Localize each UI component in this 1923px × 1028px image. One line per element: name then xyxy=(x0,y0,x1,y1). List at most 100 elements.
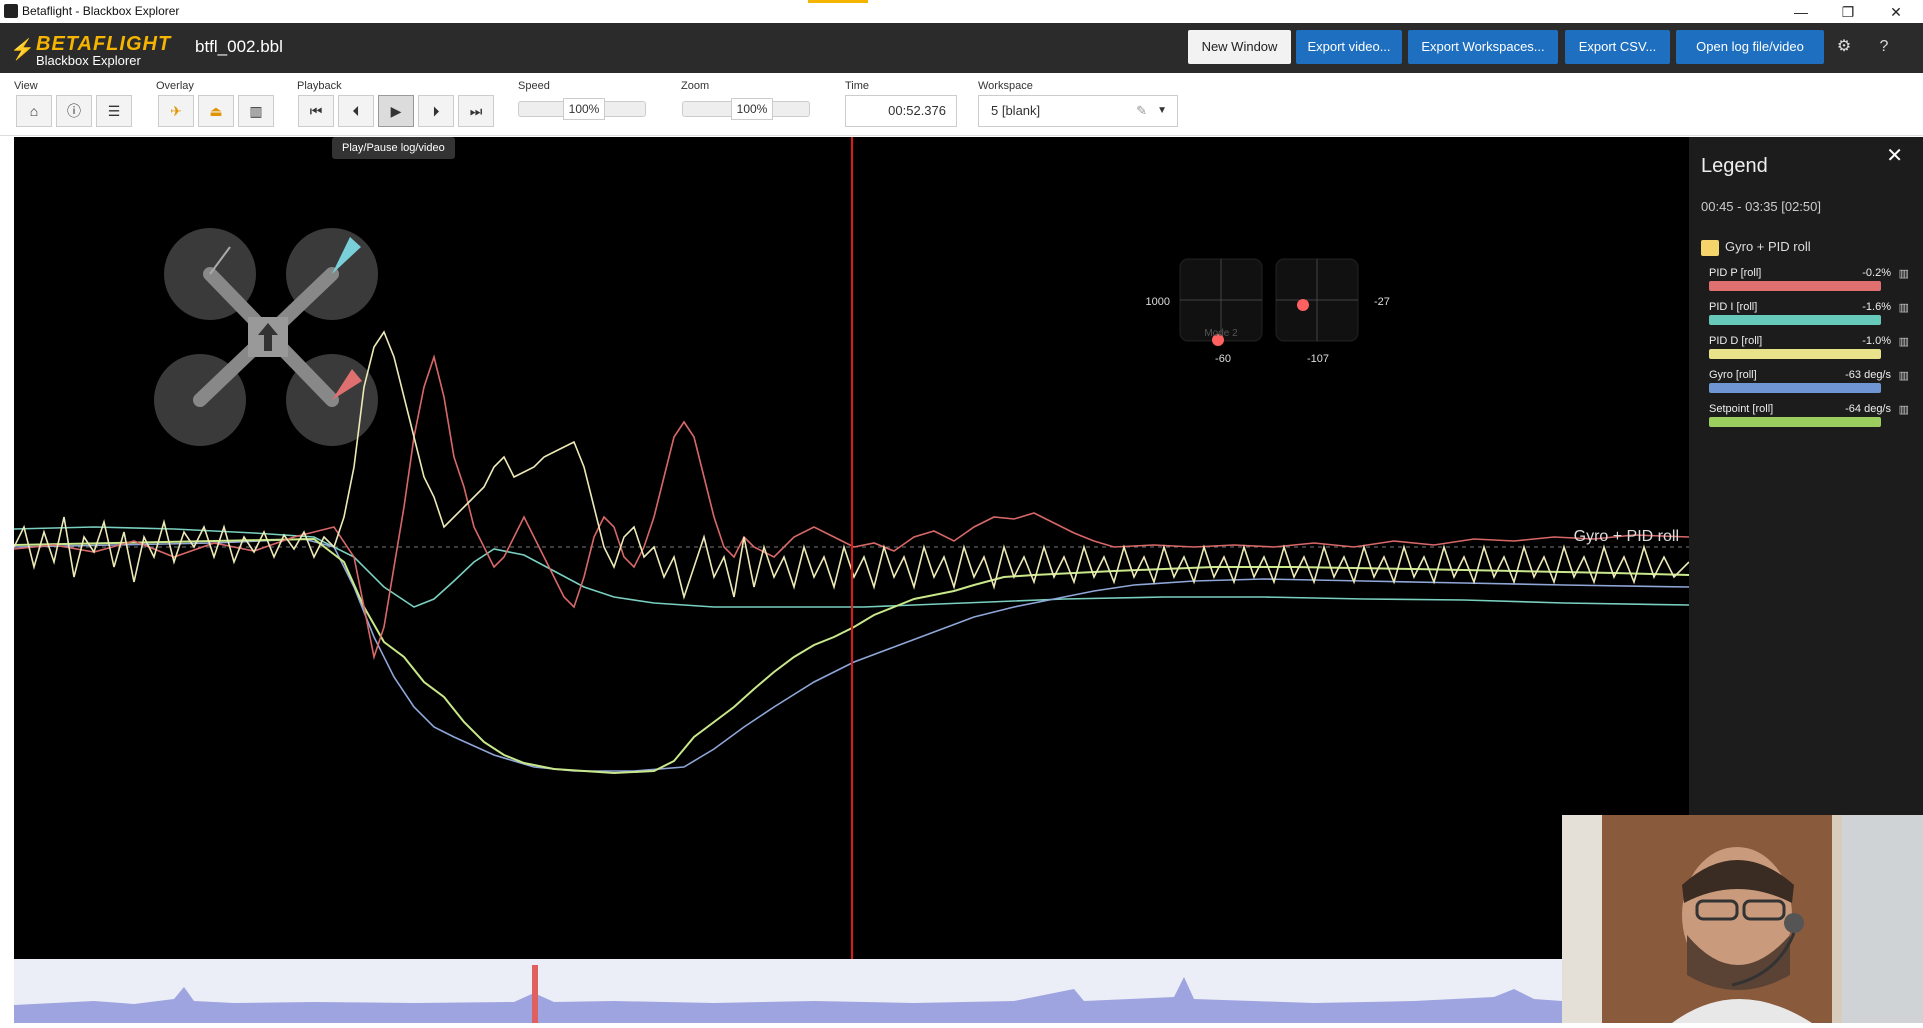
step-back-button[interactable]: ⏴ xyxy=(338,95,374,127)
maximize-button[interactable]: ❐ xyxy=(1830,2,1866,22)
workspace-label: Workspace xyxy=(978,80,1033,92)
logo-icon: ⚡ xyxy=(10,39,35,61)
graph-svg: Mode 2 1000 -60 -27 -107 Gyro + PID roll xyxy=(13,137,1690,959)
titlebar-accent xyxy=(808,0,868,3)
legend-item-label: PID P [roll] xyxy=(1709,267,1762,279)
group-color-swatch xyxy=(1701,239,1719,256)
legend-group[interactable]: Gyro + PID roll xyxy=(1701,239,1811,256)
list-icon: ☰ xyxy=(107,103,121,119)
craft-overlay-button[interactable]: ✈ xyxy=(158,95,194,127)
jump-end-button[interactable]: ⏭ xyxy=(458,95,494,127)
open-log-button[interactable]: Open log file/video xyxy=(1676,30,1824,64)
graph-canvas[interactable]: Mode 2 1000 -60 -27 -107 Gyro + PID roll xyxy=(13,137,1690,959)
legend-item-gyro[interactable]: Gyro [roll] -63 deg/s ▥ xyxy=(1709,369,1909,403)
jump-start-button[interactable]: ⏮ xyxy=(298,95,334,127)
legend-item-color xyxy=(1709,417,1881,427)
speed-value[interactable]: 100% xyxy=(563,98,605,120)
legend-item-color xyxy=(1709,383,1881,393)
seek-bar-position-marker[interactable] xyxy=(532,965,538,1023)
home-view-button[interactable]: ⌂ xyxy=(16,95,52,127)
seek-bar[interactable] xyxy=(14,959,1562,1023)
bar-chart-icon: ▥ xyxy=(249,103,263,119)
close-window-button[interactable]: ✕ xyxy=(1878,2,1914,22)
time-input[interactable]: 00:52.376 xyxy=(845,95,957,127)
zoom-value[interactable]: 100% xyxy=(731,98,773,120)
app-icon xyxy=(4,4,18,18)
right-stick-label-roll: -107 xyxy=(1307,353,1329,365)
legend-item-color xyxy=(1709,315,1881,325)
window-titlebar: Betaflight - Blackbox Explorer — ❐ ✕ xyxy=(0,0,1923,24)
legend-item-value: -1.0% xyxy=(1862,335,1891,347)
webcam-overlay xyxy=(1562,815,1923,1023)
log-view-button[interactable]: ☰ xyxy=(96,95,132,127)
gear-icon[interactable]: ⚙ xyxy=(1833,36,1855,58)
speed-slider[interactable]: 100% xyxy=(518,98,646,120)
legend-title: Legend xyxy=(1701,155,1768,177)
playback-label: Playback xyxy=(297,80,342,92)
analyser-icon[interactable]: ▥ xyxy=(1899,335,1909,348)
home-icon: ⌂ xyxy=(29,103,39,119)
export-csv-button[interactable]: Export CSV... xyxy=(1565,30,1670,64)
zoom-label: Zoom xyxy=(681,80,710,92)
view-label: View xyxy=(14,80,38,92)
legend-item-pid-p[interactable]: PID P [roll] -0.2% ▥ xyxy=(1709,267,1909,301)
legend-close-icon[interactable]: ✕ xyxy=(1886,143,1903,168)
left-stick-label-yaw: -60 xyxy=(1215,353,1231,365)
play-pause-tooltip: Play/Pause log/video xyxy=(332,137,455,159)
legend-item-color xyxy=(1709,349,1881,359)
info-view-button[interactable]: ⓘ xyxy=(56,95,92,127)
legend-item-color xyxy=(1709,281,1881,291)
seek-bar-graph xyxy=(14,965,1562,1023)
legend-item-value: -63 deg/s xyxy=(1845,369,1891,381)
legend-item-value: -64 deg/s xyxy=(1845,403,1891,415)
legend-item-label: PID D [roll] xyxy=(1709,335,1763,347)
legend-item-pid-i[interactable]: PID I [roll] -1.6% ▥ xyxy=(1709,301,1909,335)
window-title: Betaflight - Blackbox Explorer xyxy=(22,4,180,18)
analyser-icon[interactable]: ▥ xyxy=(1899,301,1909,314)
chevron-down-icon[interactable]: ▼ xyxy=(1157,96,1167,126)
analyser-overlay-button[interactable]: ▥ xyxy=(238,95,274,127)
legend-item-label: Gyro [roll] xyxy=(1709,369,1757,381)
step-forward-button[interactable]: ⏵ xyxy=(418,95,454,127)
right-stick-label-pitch: -27 xyxy=(1374,296,1390,308)
pencil-icon[interactable]: ✎ xyxy=(1136,96,1147,126)
help-icon[interactable]: ? xyxy=(1873,36,1895,58)
export-workspaces-button[interactable]: Export Workspaces... xyxy=(1408,30,1558,64)
legend-item-label: PID I [roll] xyxy=(1709,301,1758,313)
joystick-icon: ⏏ xyxy=(209,103,223,119)
analyser-icon[interactable]: ▥ xyxy=(1899,369,1909,382)
info-icon: ⓘ xyxy=(67,103,81,119)
overlay-label: Overlay xyxy=(156,80,194,92)
left-stick-label-throttle: 1000 xyxy=(1146,296,1170,308)
legend-group-label: Gyro + PID roll xyxy=(1725,239,1811,254)
step-back-icon: ⏴ xyxy=(352,103,360,119)
export-video-button[interactable]: Export video... xyxy=(1296,30,1402,64)
analyser-icon[interactable]: ▥ xyxy=(1899,403,1909,416)
graph-group-label: Gyro + PID roll xyxy=(1574,528,1679,545)
legend-time-range: 00:45 - 03:35 [02:50] xyxy=(1701,199,1821,214)
app-logo: ⚡ BETAFLIGHT Blackbox Explorer xyxy=(10,31,170,68)
new-window-button[interactable]: New Window xyxy=(1188,30,1291,64)
right-stick-position xyxy=(1297,299,1309,311)
legend-item-label: Setpoint [roll] xyxy=(1709,403,1774,415)
time-label: Time xyxy=(845,80,870,92)
speed-label: Speed xyxy=(518,80,550,92)
log-filename: btfl_002.bbl xyxy=(195,37,283,56)
skip-start-icon: ⏮ xyxy=(309,103,323,119)
logo-product: Blackbox Explorer xyxy=(36,53,141,68)
minimize-button[interactable]: — xyxy=(1783,2,1819,22)
workspace-select[interactable]: 5 [blank] ✎ ▼ xyxy=(978,95,1178,127)
legend-item-pid-d[interactable]: PID D [roll] -1.0% ▥ xyxy=(1709,335,1909,369)
play-icon: ▶ xyxy=(390,103,402,119)
zoom-slider[interactable]: 100% xyxy=(682,98,810,120)
play-pause-button[interactable]: ▶ xyxy=(378,95,414,127)
sticks-overlay-button[interactable]: ⏏ xyxy=(198,95,234,127)
legend-item-setpoint[interactable]: Setpoint [roll] -64 deg/s ▥ xyxy=(1709,403,1909,437)
craft-overlay xyxy=(154,228,378,446)
stick-overlay: Mode 2 1000 -60 -27 -107 xyxy=(1146,258,1390,365)
app-header: ⚡ BETAFLIGHT Blackbox Explorer btfl_002.… xyxy=(0,23,1923,73)
craft-icon: ✈ xyxy=(170,103,182,119)
analyser-icon[interactable]: ▥ xyxy=(1899,267,1909,280)
legend-item-value: -0.2% xyxy=(1862,267,1891,279)
skip-end-icon: ⏭ xyxy=(469,103,483,119)
